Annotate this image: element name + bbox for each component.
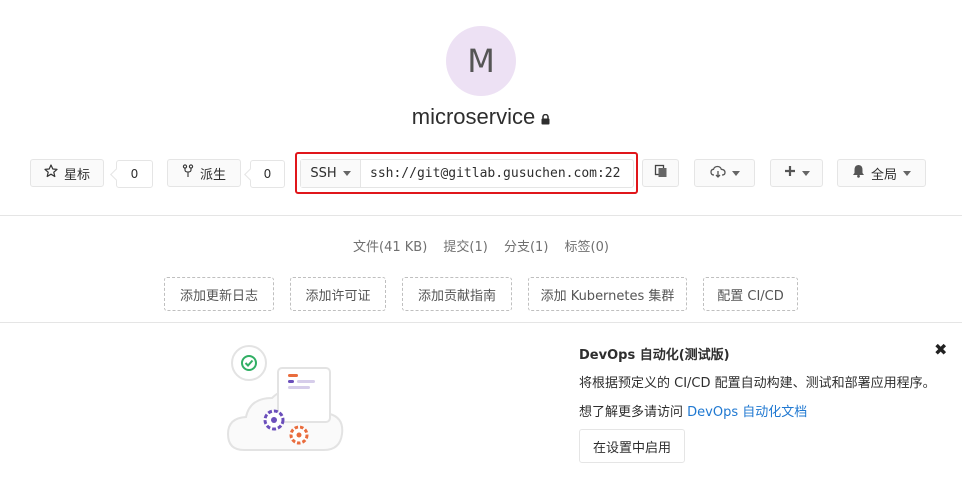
add-contribution-guide-button[interactable]: 添加贡献指南	[402, 277, 512, 311]
files-stat-link[interactable]: 文件(41 KB)	[353, 240, 427, 255]
project-avatar: M	[446, 26, 516, 96]
commits-stat-link[interactable]: 提交(1)	[443, 240, 487, 255]
project-title-row: microservice	[0, 104, 962, 131]
tags-stat-link[interactable]: 标签(0)	[565, 240, 609, 255]
divider	[0, 322, 962, 323]
setup-ci-cd-button[interactable]: 配置 CI/CD	[703, 277, 798, 311]
copy-url-button[interactable]	[642, 159, 679, 187]
bell-icon	[852, 164, 865, 182]
cloud-download-icon	[709, 165, 726, 182]
clone-protocol-label: SSH	[310, 166, 337, 181]
clone-url-field[interactable]: ssh://git@gitlab.gusuchen.com:22	[361, 160, 633, 187]
devops-description: 将根据预定义的 CI/CD 配置自动构建、测试和部署应用程序。	[579, 376, 936, 391]
clipboard-icon	[654, 164, 668, 182]
devops-title: DevOps 自动化(测试版)	[579, 348, 730, 363]
star-button[interactable]: 星标	[30, 159, 104, 187]
clone-input-group: SSH ssh://git@gitlab.gusuchen.com:22	[300, 159, 634, 188]
add-kubernetes-cluster-button[interactable]: 添加 Kubernetes 集群	[528, 277, 687, 311]
notification-dropdown-button[interactable]: 全局	[837, 159, 926, 187]
star-count[interactable]: 0	[116, 160, 153, 188]
download-dropdown-button[interactable]	[694, 159, 755, 187]
enable-in-settings-button[interactable]: 在设置中启用	[579, 429, 685, 463]
star-icon	[44, 164, 58, 182]
star-label: 星标	[63, 167, 90, 183]
add-changelog-button[interactable]: 添加更新日志	[164, 277, 274, 311]
clone-protocol-dropdown[interactable]: SSH	[301, 160, 361, 187]
chevron-down-icon	[903, 170, 911, 176]
devops-more-prefix: 想了解更多请访问	[579, 405, 684, 420]
new-item-dropdown-button[interactable]	[770, 159, 823, 187]
close-icon[interactable]: ✖	[934, 340, 947, 359]
fork-button[interactable]: 派生	[167, 159, 241, 187]
branches-stat-link[interactable]: 分支(1)	[504, 240, 548, 255]
chevron-down-icon	[342, 171, 351, 176]
project-title: microservice	[411, 104, 536, 129]
add-license-button[interactable]: 添加许可证	[290, 277, 386, 311]
devops-illustration	[222, 338, 347, 462]
project-stats: 文件(41 KB) 提交(1) 分支(1) 标签(0)	[0, 236, 962, 255]
devops-more-info: 想了解更多请访问 DevOps 自动化文档	[579, 401, 807, 420]
fork-icon	[182, 163, 194, 183]
fork-count[interactable]: 0	[250, 160, 285, 188]
devops-docs-link[interactable]: DevOps 自动化文档	[687, 405, 807, 420]
chevron-down-icon	[801, 170, 810, 176]
plus-icon	[784, 165, 796, 181]
fork-label: 派生	[199, 167, 226, 183]
lock-icon	[541, 105, 550, 131]
chevron-down-icon	[731, 170, 740, 176]
notification-label: 全局	[870, 167, 897, 183]
divider	[0, 215, 962, 216]
